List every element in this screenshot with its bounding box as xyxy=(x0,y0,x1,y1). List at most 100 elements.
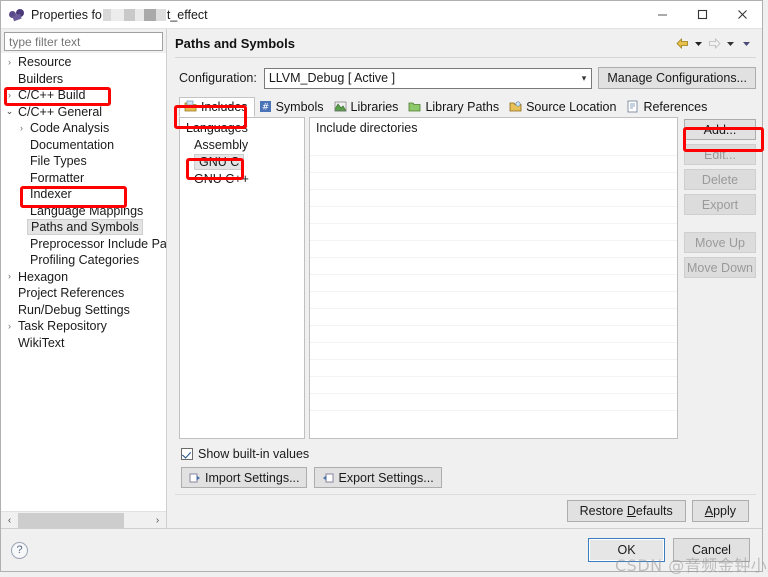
tab-label: Includes xyxy=(201,99,248,114)
references-icon xyxy=(626,100,639,113)
include-directory-row[interactable] xyxy=(310,377,677,394)
language-item-assembly[interactable]: Assembly xyxy=(180,137,304,154)
include-directory-row[interactable] xyxy=(310,292,677,309)
settings-page: Paths and Symbols Configuration: LLVM_De… xyxy=(167,29,762,528)
show-builtin-checkbox[interactable] xyxy=(181,448,193,460)
configuration-row: Configuration: LLVM_Debug [ Active ] ▾ M… xyxy=(175,58,756,96)
filter-input[interactable] xyxy=(4,32,163,51)
apply-button[interactable]: Apply xyxy=(691,500,749,522)
language-item-gnu-c[interactable]: GNU C xyxy=(180,154,304,171)
close-icon[interactable] xyxy=(722,1,762,29)
sidebar-item-wikitext[interactable]: WikiText xyxy=(1,335,166,352)
include-directory-row[interactable] xyxy=(310,190,677,207)
chevron-right-icon[interactable]: › xyxy=(3,57,16,67)
sidebar-item-run-debug-settings[interactable]: Run/Debug Settings xyxy=(1,302,166,319)
include-directory-row[interactable] xyxy=(310,241,677,258)
maximize-icon[interactable] xyxy=(682,1,722,29)
main-split: ›Resource Builders›C/C++ Build⌄C/C++ Gen… xyxy=(1,29,762,529)
tab-libraries[interactable]: Libraries xyxy=(330,97,405,117)
symbols-icon: # xyxy=(259,100,272,113)
help-icon[interactable]: ? xyxy=(11,541,28,559)
chevron-right-icon[interactable]: › xyxy=(15,123,28,133)
chevron-right-icon[interactable]: › xyxy=(3,321,16,331)
scroll-thumb[interactable] xyxy=(18,512,124,528)
include-directory-row[interactable] xyxy=(310,139,677,156)
view-menu-icon[interactable] xyxy=(739,35,754,51)
minimize-icon[interactable] xyxy=(642,1,682,29)
include-directory-row[interactable] xyxy=(310,224,677,241)
tab-includes[interactable]: Includes xyxy=(179,97,255,117)
manage-configurations-button[interactable]: Manage Configurations... xyxy=(598,67,756,89)
sidebar-item-hexagon[interactable]: › Hexagon xyxy=(1,269,166,286)
nav-horizontal-scrollbar[interactable]: ‹ › xyxy=(1,511,166,529)
include-directory-row[interactable] xyxy=(310,309,677,326)
sidebar-item-c-c-general[interactable]: ⌄ C/C++ General xyxy=(1,104,166,121)
tab-library-paths[interactable]: Library Paths xyxy=(404,97,505,117)
sidebar-item-builders[interactable]: Builders xyxy=(1,71,166,88)
tab-source-location[interactable]: Source Location xyxy=(505,97,622,117)
include-directories-panel[interactable]: Include directories xyxy=(309,117,678,439)
sidebar-item-paths-and-symbols[interactable]: Paths and Symbols xyxy=(1,219,166,236)
sidebar-item-formatter[interactable]: Formatter xyxy=(1,170,166,187)
sidebar-item-resource[interactable]: › Resource xyxy=(1,54,166,71)
sidebar-item-language-mappings[interactable]: Language Mappings xyxy=(1,203,166,220)
sidebar-item-profiling-categories[interactable]: Profiling Categories xyxy=(1,252,166,269)
restore-defaults-button[interactable]: Restore Defaults xyxy=(566,500,686,522)
scroll-track[interactable] xyxy=(18,511,149,529)
include-directory-row[interactable] xyxy=(310,275,677,292)
back-arrow-icon[interactable] xyxy=(675,35,690,51)
forward-dropdown-icon[interactable] xyxy=(723,35,738,51)
settings-tree[interactable]: › Resource Builders › C/C++ Build ⌄ C/C++ Gen… xyxy=(1,53,166,511)
tab-symbols[interactable]: # Symbols xyxy=(255,97,330,117)
settings-tabs[interactable]: Includes # Symbols Libraries Library Paths So… xyxy=(179,96,756,117)
configuration-combo[interactable]: LLVM_Debug [ Active ] ▾ xyxy=(263,67,593,89)
libraries-icon xyxy=(334,100,347,113)
tab-label: Libraries xyxy=(350,99,399,114)
chevron-right-icon[interactable]: › xyxy=(3,272,16,281)
languages-list[interactable]: Assembly GNU C GNU C++ xyxy=(180,137,304,188)
import-settings-button[interactable]: Import Settings... xyxy=(181,467,308,488)
sidebar-item-file-types[interactable]: File Types xyxy=(1,153,166,170)
sidebar-item-task-repository[interactable]: › Task Repository xyxy=(1,318,166,335)
include-directory-row[interactable] xyxy=(310,258,677,275)
cancel-button[interactable]: Cancel xyxy=(673,538,750,562)
filter-container xyxy=(1,29,166,53)
screenshot-root: Properties fo t_effect type filter text … xyxy=(0,0,768,577)
scroll-left-arrow[interactable]: ‹ xyxy=(1,512,18,529)
include-directory-row[interactable] xyxy=(310,360,677,377)
include-directory-row[interactable] xyxy=(310,173,677,190)
configuration-value: LLVM_Debug [ Active ] xyxy=(268,71,396,85)
sidebar-item-c-c-build[interactable]: › C/C++ Build xyxy=(1,87,166,104)
include-directory-row[interactable] xyxy=(310,326,677,343)
language-item-label: Assembly xyxy=(194,138,249,152)
window-controls xyxy=(642,1,762,29)
ok-button[interactable]: OK xyxy=(588,538,665,562)
sidebar-item-preprocessor-include-paths-m[interactable]: Preprocessor Include Paths, M xyxy=(1,236,166,253)
sidebar-item-code-analysis[interactable]: › Code Analysis xyxy=(1,120,166,137)
languages-panel[interactable]: Languages Assembly GNU C GNU C++ xyxy=(179,117,305,439)
export-settings-button[interactable]: Export Settings... xyxy=(314,467,442,488)
tab-references[interactable]: References xyxy=(622,97,713,117)
sidebar-item-documentation[interactable]: Documentation xyxy=(1,137,166,154)
move-down-button: Move Down xyxy=(684,257,756,278)
sidebar-item-project-references[interactable]: Project References xyxy=(1,285,166,302)
include-directory-row[interactable] xyxy=(310,156,677,173)
back-dropdown-icon[interactable] xyxy=(691,35,706,51)
sidebar-item-indexer[interactable]: Indexer xyxy=(1,186,166,203)
chevron-right-icon[interactable]: › xyxy=(3,90,16,100)
add-button[interactable]: Add... xyxy=(684,119,756,140)
dialog-footer: ? OK Cancel xyxy=(1,528,762,571)
include-directory-row[interactable] xyxy=(310,343,677,360)
include-directory-row[interactable] xyxy=(310,207,677,224)
show-builtin-row[interactable]: Show built-in values xyxy=(181,447,756,461)
forward-arrow-icon[interactable] xyxy=(707,35,722,51)
include-directory-row[interactable] xyxy=(310,394,677,411)
scroll-right-arrow[interactable]: › xyxy=(149,512,166,529)
include-directories-rows[interactable] xyxy=(310,139,677,411)
language-item-gnu-c-[interactable]: GNU C++ xyxy=(180,171,304,188)
chevron-down-icon[interactable]: ⌄ xyxy=(3,107,16,116)
